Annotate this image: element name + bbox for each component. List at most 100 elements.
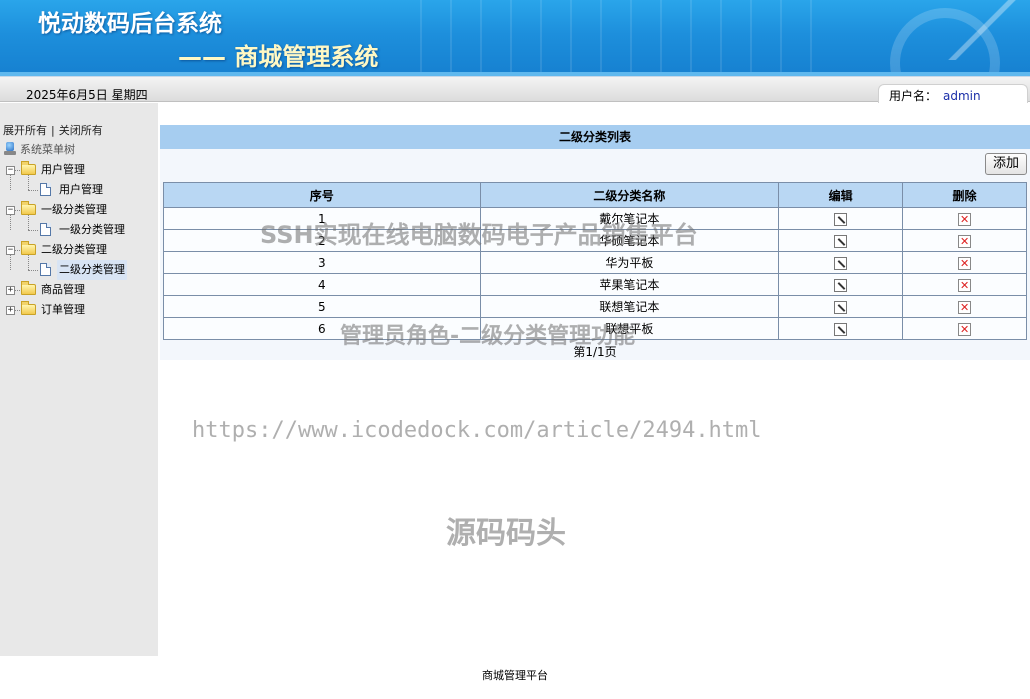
edit-icon[interactable] [834, 234, 848, 248]
cell-name: 华为平板 [479, 251, 780, 274]
tree-group-label: 一级分类管理 [41, 203, 107, 216]
tree-line [15, 250, 20, 251]
tree-line [15, 290, 20, 291]
tree-line [15, 210, 20, 211]
cell-edit [778, 207, 904, 230]
panel-body: 添加 序号 二级分类名称 编辑 删除 1 戴尔笔记本 ✕ 2 华硕笔记本 ✕ 3… [160, 149, 1030, 360]
folder-open-icon [21, 241, 36, 255]
tree-group-category1[interactable]: − 一级分类管理 [4, 200, 107, 220]
table-row: 4 苹果笔记本 ✕ [163, 273, 1027, 296]
banner-decoration [940, 0, 1030, 60]
header-banner: 悦动数码后台系统 —— 商城管理系统 [0, 0, 1030, 76]
expand-toggle-icon[interactable]: + [6, 286, 15, 295]
collapse-all-link[interactable]: 关闭所有 [59, 124, 103, 137]
tree-group-label: 二级分类管理 [41, 243, 107, 256]
collapse-toggle-icon[interactable]: − [6, 246, 15, 255]
cell-edit [778, 273, 904, 296]
tree-line [10, 175, 11, 190]
table-row: 5 联想笔记本 ✕ [163, 295, 1027, 318]
toggle-separator: | [51, 124, 55, 137]
table-row: 1 戴尔笔记本 ✕ [163, 207, 1027, 230]
delete-icon[interactable]: ✕ [958, 322, 972, 336]
cell-delete: ✕ [902, 207, 1027, 230]
panel-title: 二级分类列表 [160, 125, 1030, 149]
edit-icon[interactable] [834, 256, 848, 270]
computer-icon [4, 142, 16, 156]
folder-icon [21, 301, 36, 315]
cell-id: 6 [163, 317, 481, 340]
cell-id: 1 [163, 207, 481, 230]
cell-delete: ✕ [902, 273, 1027, 296]
tree-group-orders[interactable]: + 订单管理 [4, 300, 85, 320]
edit-icon[interactable] [834, 322, 848, 336]
cell-name: 联想平板 [479, 317, 780, 340]
tree-group-products[interactable]: + 商品管理 [4, 280, 85, 300]
tree-root-label: 系统菜单树 [20, 143, 75, 156]
tree-group-user[interactable]: − 用户管理 [4, 160, 85, 180]
menu-tree: 系统菜单树 − 用户管理 用户管理 − 一级分类管理 一级分类管理 − 二级分类… [4, 140, 127, 320]
cell-edit [778, 251, 904, 274]
add-button[interactable]: 添加 [985, 153, 1027, 175]
tree-line [28, 230, 38, 231]
user-label: 用户名： [889, 89, 938, 103]
tree-group-label: 用户管理 [41, 163, 85, 176]
cell-name: 联想笔记本 [479, 295, 780, 318]
tree-group-category2[interactable]: − 二级分类管理 [4, 240, 107, 260]
tree-item-category2[interactable]: 二级分类管理 [4, 255, 127, 280]
edit-icon[interactable] [834, 278, 848, 292]
edit-icon[interactable] [834, 212, 848, 226]
tree-line [15, 310, 20, 311]
tree-line [28, 255, 29, 270]
delete-icon[interactable]: ✕ [958, 212, 972, 226]
delete-icon[interactable]: ✕ [958, 234, 972, 248]
sidebar: 展开所有 | 关闭所有 系统菜单树 − 用户管理 用户管理 − 一级分类管理 一… [0, 103, 158, 656]
tree-item-label-selected: 二级分类管理 [57, 260, 127, 280]
tree-item-category1[interactable]: 一级分类管理 [4, 215, 125, 240]
page-icon [40, 183, 51, 196]
cell-delete: ✕ [902, 229, 1027, 252]
footer: 商城管理平台 [482, 669, 548, 682]
table-header-row: 序号 二级分类名称 编辑 删除 [163, 182, 1027, 208]
tree-line [28, 270, 38, 271]
edit-icon[interactable] [834, 300, 848, 314]
delete-icon[interactable]: ✕ [958, 300, 972, 314]
column-header-edit: 编辑 [778, 182, 904, 208]
cell-id: 2 [163, 229, 481, 252]
main-content: 二级分类列表 添加 序号 二级分类名称 编辑 删除 1 戴尔笔记本 ✕ 2 华硕… [160, 103, 1030, 656]
collapse-toggle-icon[interactable]: − [6, 166, 15, 175]
tree-toggles: 展开所有 | 关闭所有 [3, 122, 103, 138]
tree-line [15, 170, 20, 171]
folder-open-icon [21, 161, 36, 175]
column-header-name: 二级分类名称 [479, 182, 780, 208]
page-icon [40, 223, 51, 236]
collapse-toggle-icon[interactable]: − [6, 206, 15, 215]
tree-group-label: 商品管理 [41, 283, 85, 296]
cell-name: 华硕笔记本 [479, 229, 780, 252]
cell-delete: ✕ [902, 251, 1027, 274]
cell-id: 5 [163, 295, 481, 318]
tree-item-label: 用户管理 [59, 183, 103, 196]
expand-all-link[interactable]: 展开所有 [3, 124, 47, 137]
table-row: 2 华硕笔记本 ✕ [163, 229, 1027, 252]
expand-toggle-icon[interactable]: + [6, 306, 15, 315]
page-icon [40, 263, 51, 276]
table-row: 3 华为平板 ✕ [163, 251, 1027, 274]
delete-icon[interactable]: ✕ [958, 278, 972, 292]
tree-item-user[interactable]: 用户管理 [4, 175, 103, 200]
cell-delete: ✕ [902, 295, 1027, 318]
table-row: 6 联想平板 ✕ [163, 317, 1027, 340]
user-box: 用户名： admin [878, 84, 1028, 103]
cell-name: 戴尔笔记本 [479, 207, 780, 230]
cell-edit [778, 295, 904, 318]
tree-line [28, 175, 29, 190]
tree-line [28, 190, 38, 191]
delete-icon[interactable]: ✕ [958, 256, 972, 270]
tree-root[interactable]: 系统菜单树 [4, 140, 75, 160]
cell-delete: ✕ [902, 317, 1027, 340]
cell-id: 3 [163, 251, 481, 274]
column-header-delete: 删除 [902, 182, 1027, 208]
info-bar: 2025年6月5日 星期四 用户名： admin [0, 76, 1030, 103]
tree-item-label: 一级分类管理 [59, 223, 125, 236]
current-date: 2025年6月5日 星期四 [26, 88, 148, 102]
username: admin [943, 89, 981, 103]
